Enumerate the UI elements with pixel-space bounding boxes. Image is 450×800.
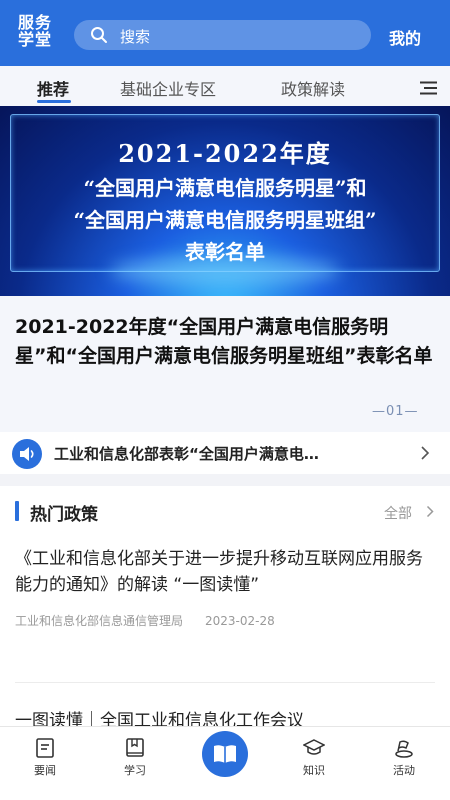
nav-news[interactable]: 要闻 (15, 737, 75, 778)
logo-line-2: 学堂 (18, 30, 53, 49)
search-placeholder: 搜索 (120, 28, 151, 46)
speaker-icon (12, 439, 42, 469)
search-input[interactable]: 搜索 (74, 20, 371, 50)
policy-title: 《工业和信息化部关于进一步提升移动互联网应用服务能力的通知》的解读 “一图读懂” (15, 549, 423, 595)
list-item[interactable]: 《工业和信息化部关于进一步提升移动互联网应用服务能力的通知》的解读 “一图读懂”… (15, 546, 435, 629)
hot-policy-section: 热门政策 全部 《工业和信息化部关于进一步提升移动互联网应用服务能力的通知》的解… (0, 486, 450, 731)
open-book-icon (214, 745, 236, 763)
featured-banner[interactable]: 2021-2022年度 “全国用户满意电信服务明星”和 “全国用户满意电信服务明… (0, 106, 450, 296)
activity-icon (395, 740, 413, 758)
app-root: 服务 学堂 搜索 我的 推荐 基础企业专区 政策解读 2021-2022年度 “… (0, 0, 450, 800)
page-indicator: —01— (372, 404, 419, 419)
policy-source: 工业和信息化部信息通信管理局 (15, 614, 184, 628)
book-icon (126, 738, 144, 757)
policy-meta: 工业和信息化部信息通信管理局 2023-02-28 (15, 612, 435, 629)
center-read-button[interactable] (202, 731, 248, 777)
nav-knowledge-label: 知识 (303, 764, 325, 777)
bottom-nav: 要闻 学习 知识 活动 (0, 726, 450, 800)
search-icon (91, 27, 107, 43)
chevron-right-icon (421, 446, 430, 460)
section-accent-bar (15, 501, 19, 521)
banner-line-2: “全国用户满意电信服务明星”和 (83, 176, 367, 200)
featured-card[interactable]: 2021-2022年度“全国用户满意电信服务明星”和“全国用户满意电信服务明星班… (0, 296, 450, 432)
nav-study[interactable]: 学习 (105, 737, 165, 778)
graduation-cap-icon (303, 739, 325, 755)
news-icon (36, 738, 54, 758)
category-tabs: 推荐 基础企业专区 政策解读 (0, 66, 450, 106)
tab-recommend[interactable]: 推荐 (37, 76, 69, 100)
notice-text: 工业和信息化部表彰“全国用户满意电… (54, 445, 319, 463)
app-logo[interactable]: 服务 学堂 (18, 14, 60, 48)
banner-line-4: 表彰名单 (185, 240, 265, 264)
notice-bar[interactable]: 工业和信息化部表彰“全国用户满意电… (0, 432, 450, 474)
nav-news-label: 要闻 (34, 764, 56, 777)
menu-icon[interactable] (418, 81, 438, 95)
nav-activity[interactable]: 活动 (374, 737, 434, 778)
banner-line-3: “全国用户满意电信服务明星班组” (73, 208, 377, 232)
featured-title: 2021-2022年度“全国用户满意电信服务明星”和“全国用户满意电信服务明星班… (15, 316, 433, 367)
nav-activity-label: 活动 (393, 764, 415, 777)
banner-line-1: 2021-2022年度 (118, 139, 332, 168)
active-tab-indicator (37, 100, 71, 103)
mine-button[interactable]: 我的 (389, 25, 421, 49)
top-bar: 服务 学堂 搜索 我的 (0, 0, 450, 66)
policy-date: 2023-02-28 (205, 614, 275, 628)
nav-knowledge[interactable]: 知识 (284, 737, 344, 778)
view-all-link[interactable]: 全部 (384, 503, 412, 523)
logo-line-1: 服务 (18, 13, 53, 32)
tab-policy-interpretation[interactable]: 政策解读 (281, 76, 345, 100)
tab-basic-enterprise[interactable]: 基础企业专区 (120, 76, 216, 100)
divider (15, 682, 435, 683)
chevron-right-icon[interactable] (426, 505, 434, 518)
nav-study-label: 学习 (124, 764, 146, 777)
section-title: 热门政策 (30, 505, 98, 525)
